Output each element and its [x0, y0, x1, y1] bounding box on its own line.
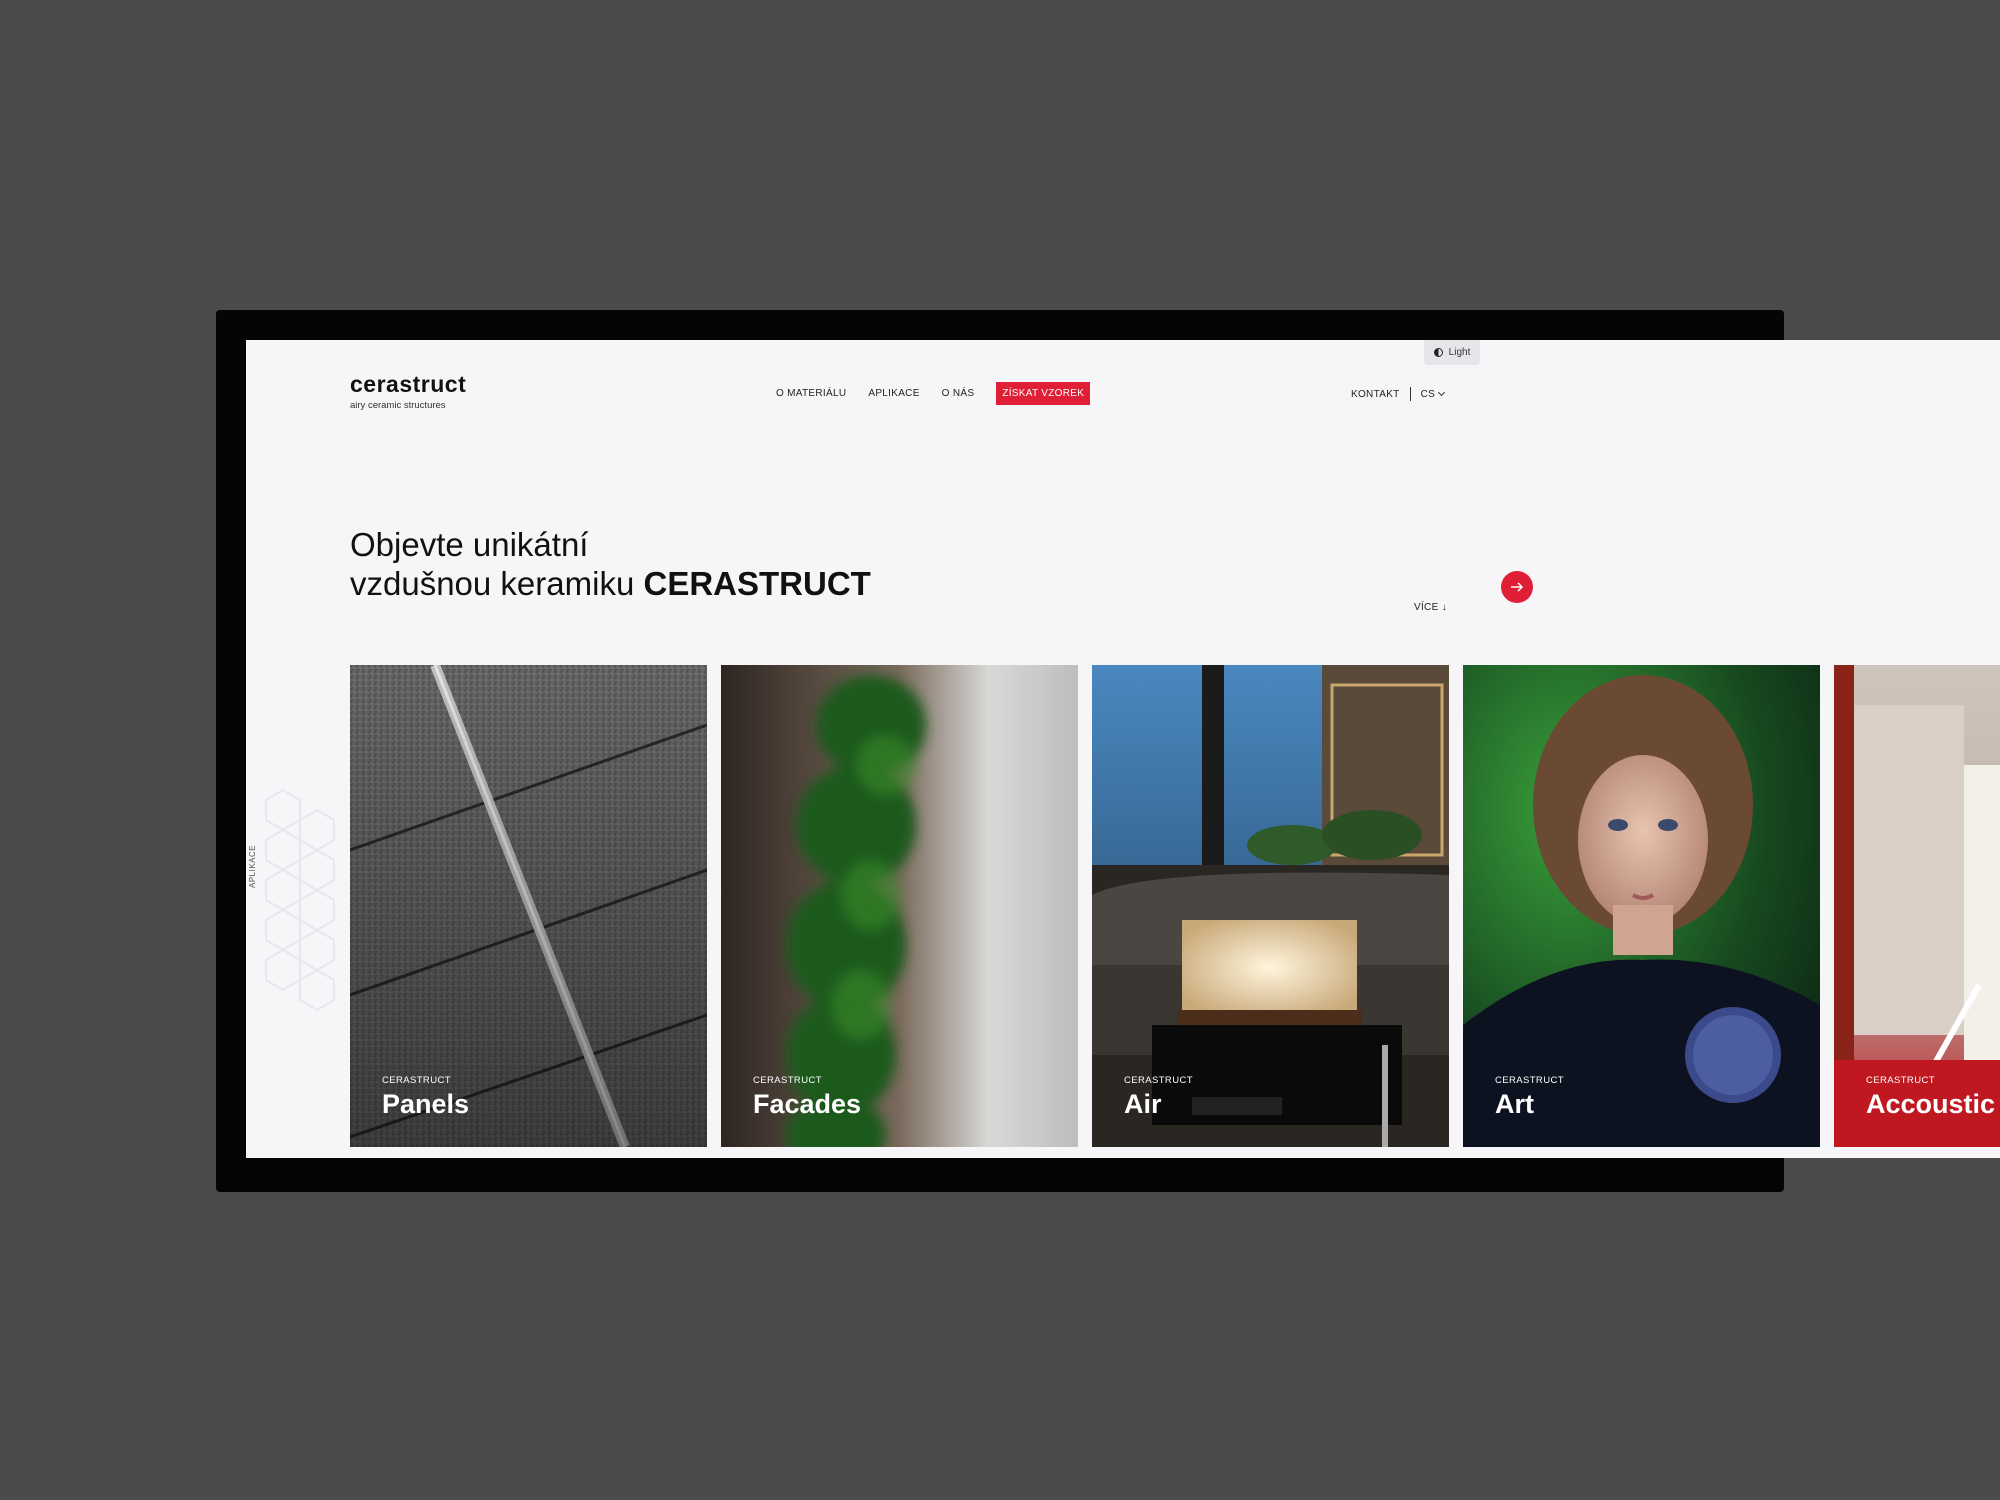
card-title: Art	[1495, 1089, 1534, 1119]
card-kicker: CERASTRUCT	[1124, 1075, 1193, 1086]
card-title: Panels	[382, 1089, 470, 1119]
arrow-right-icon	[1511, 582, 1524, 592]
card-title: Accoustic	[1866, 1089, 1996, 1119]
hexagon-pattern	[265, 788, 335, 1012]
nav-item-about[interactable]: O NÁS	[942, 388, 975, 399]
card-kicker: CERASTRUCT	[753, 1075, 822, 1086]
card-air[interactable]: CERASTRUCT Air	[1092, 665, 1449, 1147]
more-link[interactable]: VÍCE ↓	[1414, 602, 1447, 613]
hero-line-1: Objevte unikátní	[350, 526, 589, 563]
nav-right: KONTAKT CS	[1351, 387, 1446, 401]
nav-item-material[interactable]: O MATERIÁLU	[776, 388, 846, 399]
get-sample-button[interactable]: ZÍSKAT VZOREK	[996, 382, 1091, 405]
theme-toggle[interactable]: Light	[1424, 340, 1480, 365]
card-art[interactable]: CERASTRUCT Art	[1463, 665, 1820, 1147]
card-title: Air	[1124, 1089, 1162, 1119]
main-nav: O MATERIÁLU APLIKACE O NÁS ZÍSKAT VZOREK	[776, 382, 1091, 405]
nav-divider	[1409, 387, 1411, 401]
card-kicker: CERASTRUCT	[1866, 1075, 1935, 1086]
hero-brand: CERASTRUCT	[643, 565, 871, 602]
card-kicker: CERASTRUCT	[382, 1075, 451, 1086]
card-accoustic[interactable]: CERASTRUCT Accoustic	[1834, 665, 2000, 1147]
card-title: Facades	[753, 1089, 862, 1119]
contact-link[interactable]: KONTAKT	[1351, 389, 1400, 400]
nav-item-applications[interactable]: APLIKACE	[868, 388, 919, 399]
half-circle-icon	[1433, 348, 1443, 357]
brand-name: cerastruct	[350, 371, 467, 397]
card-panels[interactable]: CERASTRUCT Panels	[350, 665, 707, 1147]
card-kicker: CERASTRUCT	[1495, 1075, 1564, 1086]
hero-line-2: vzdušnou keramiku	[350, 565, 644, 602]
hero-heading: Objevte unikátní vzdušnou keramiku CERAS…	[350, 525, 871, 603]
chevron-down-icon	[1438, 388, 1446, 397]
arrow-down-icon: ↓	[1441, 602, 1447, 613]
carousel-next-button[interactable]	[1501, 571, 1533, 603]
side-section-label: APLIKACE	[248, 844, 257, 888]
brand-tagline: airy ceramic structures	[350, 400, 446, 411]
card-facades[interactable]: CERASTRUCT Facades	[721, 665, 1078, 1147]
brand-logo[interactable]: cerastruct airy ceramic structures	[350, 371, 467, 412]
language-label: CS	[1420, 388, 1436, 400]
more-label: VÍCE	[1414, 602, 1439, 613]
webpage: Light cerastruct airy ceramic structures…	[246, 340, 2000, 1158]
theme-toggle-label: Light	[1448, 347, 1471, 358]
language-select[interactable]: CS	[1420, 388, 1446, 400]
